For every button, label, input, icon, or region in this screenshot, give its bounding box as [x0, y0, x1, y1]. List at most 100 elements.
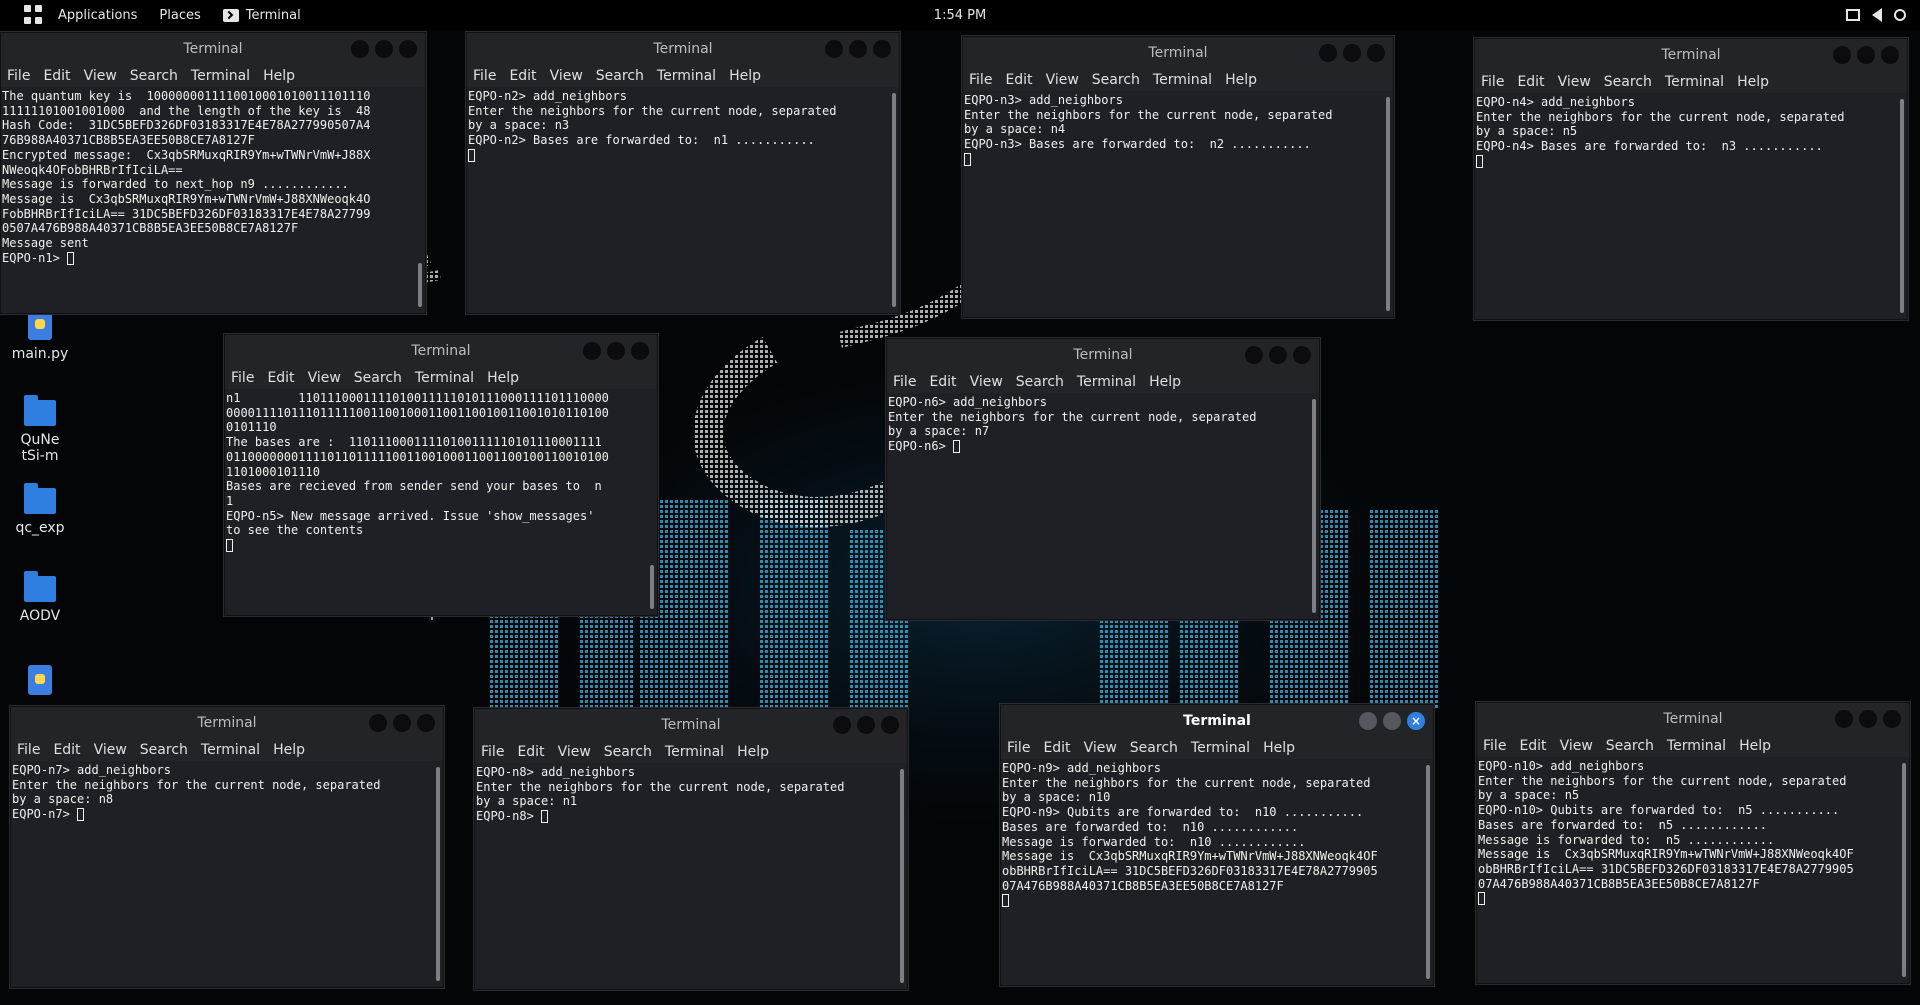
menu-help[interactable]: Help [487, 370, 519, 386]
menu-terminal[interactable]: Terminal [201, 742, 260, 758]
menu-file[interactable]: File [1481, 74, 1504, 90]
terminal-titlebar[interactable]: Terminal [1475, 39, 1907, 71]
terminal-titlebar[interactable]: Terminal [887, 339, 1319, 371]
maximize-button[interactable] [607, 342, 625, 360]
terminal-titlebar[interactable]: Terminal [475, 709, 907, 741]
menu-view[interactable]: View [550, 68, 583, 84]
menu-help[interactable]: Help [1225, 72, 1257, 88]
clock[interactable]: 1:54 PM [934, 8, 986, 23]
menu-file[interactable]: File [1483, 738, 1506, 754]
menu-view[interactable]: View [1046, 72, 1079, 88]
terminal-titlebar[interactable]: Terminal [1477, 703, 1909, 735]
minimize-button[interactable] [1833, 46, 1851, 64]
menu-view[interactable]: View [970, 374, 1003, 390]
menu-edit[interactable]: Edit [43, 68, 70, 84]
close-button[interactable] [399, 40, 417, 58]
menu-search[interactable]: Search [1604, 74, 1652, 90]
menu-file[interactable]: File [473, 68, 496, 84]
menu-terminal[interactable]: Terminal [1153, 72, 1212, 88]
maximize-button[interactable] [1383, 712, 1401, 730]
desktop-icon-qc-exp[interactable]: qc_exp [0, 483, 80, 536]
menu-terminal[interactable]: Terminal [1667, 738, 1726, 754]
terminal-window-n6[interactable]: Terminal File Edit View Search Terminal Help EQ… [886, 338, 1320, 620]
maximize-button[interactable] [1269, 346, 1287, 364]
app-grid-icon[interactable] [24, 5, 44, 25]
close-button[interactable] [1293, 346, 1311, 364]
desktop-icon-aodv[interactable]: AODV [0, 571, 80, 624]
terminal-titlebar[interactable]: Terminal [963, 37, 1393, 69]
menu-view[interactable]: View [94, 742, 127, 758]
close-button[interactable] [631, 342, 649, 360]
active-app-menu[interactable]: Terminal [222, 8, 301, 23]
screen-icon[interactable] [1846, 9, 1860, 21]
terminal-output[interactable]: The quantum key is 100000001111001000101… [1, 87, 425, 313]
menu-edit[interactable]: Edit [53, 742, 80, 758]
minimize-button[interactable] [369, 714, 387, 732]
menu-terminal[interactable]: Terminal [191, 68, 250, 84]
menu-file[interactable]: File [1007, 740, 1030, 756]
scrollbar[interactable] [892, 93, 896, 307]
terminal-titlebar[interactable]: Terminal [225, 335, 657, 367]
menu-help[interactable]: Help [1263, 740, 1295, 756]
menu-view[interactable]: View [1558, 74, 1591, 90]
maximize-button[interactable] [393, 714, 411, 732]
menu-view[interactable]: View [308, 370, 341, 386]
minimize-button[interactable] [1835, 710, 1853, 728]
terminal-window-n1[interactable]: Terminal File Edit View Search Terminal Help Th… [0, 32, 426, 314]
terminal-window-n4[interactable]: Terminal File Edit View Search Terminal Help EQ… [1474, 38, 1908, 320]
terminal-window-n2[interactable]: Terminal File Edit View Search Terminal Help EQ… [466, 32, 900, 314]
menu-search[interactable]: Search [354, 370, 402, 386]
terminal-titlebar[interactable]: Terminal [1, 33, 425, 65]
minimize-button[interactable] [1319, 44, 1337, 62]
menu-terminal[interactable]: Terminal [1077, 374, 1136, 390]
terminal-window-n5[interactable]: Terminal File Edit View Search Terminal Help n1… [224, 334, 658, 616]
terminal-window-n7[interactable]: Terminal File Edit View Search Terminal Help EQ… [10, 706, 444, 988]
close-button[interactable]: × [1407, 712, 1425, 730]
terminal-output[interactable]: EQPO-n9> add_neighbors Enter the neighbor… [1001, 759, 1433, 985]
menu-file[interactable]: File [17, 742, 40, 758]
maximize-button[interactable] [1859, 710, 1877, 728]
menu-search[interactable]: Search [1606, 738, 1654, 754]
menu-search[interactable]: Search [140, 742, 188, 758]
terminal-titlebar[interactable]: Terminal [11, 707, 443, 739]
menu-view[interactable]: View [84, 68, 117, 84]
menu-terminal[interactable]: Terminal [1665, 74, 1724, 90]
maximize-button[interactable] [1857, 46, 1875, 64]
close-button[interactable] [1883, 710, 1901, 728]
minimize-button[interactable] [1359, 712, 1377, 730]
minimize-button[interactable] [1245, 346, 1263, 364]
minimize-button[interactable] [583, 342, 601, 360]
scrollbar[interactable] [418, 263, 422, 307]
menu-terminal[interactable]: Terminal [657, 68, 716, 84]
menu-file[interactable]: File [893, 374, 916, 390]
menu-search[interactable]: Search [596, 68, 644, 84]
maximize-button[interactable] [857, 716, 875, 734]
terminal-titlebar[interactable]: Terminal [467, 33, 899, 65]
minimize-button[interactable] [351, 40, 369, 58]
scrollbar[interactable] [1900, 99, 1904, 313]
close-button[interactable] [1367, 44, 1385, 62]
power-icon[interactable] [1894, 9, 1906, 21]
scrollbar[interactable] [1386, 97, 1390, 311]
menu-search[interactable]: Search [1130, 740, 1178, 756]
menu-help[interactable]: Help [1149, 374, 1181, 390]
terminal-window-n8[interactable]: Terminal File Edit View Search Terminal Help EQ… [474, 708, 908, 990]
maximize-button[interactable] [1343, 44, 1361, 62]
terminal-window-n3[interactable]: Terminal File Edit View Search Terminal Help EQ… [962, 36, 1394, 318]
menu-file[interactable]: File [7, 68, 30, 84]
menu-view[interactable]: View [558, 744, 591, 760]
terminal-output[interactable]: EQPO-n7> add_neighbors Enter the neighbor… [11, 761, 443, 987]
menu-file[interactable]: File [969, 72, 992, 88]
maximize-button[interactable] [375, 40, 393, 58]
menu-edit[interactable]: Edit [1519, 738, 1546, 754]
places-menu[interactable]: Places [159, 8, 200, 23]
menu-edit[interactable]: Edit [509, 68, 536, 84]
scrollbar[interactable] [1312, 399, 1316, 613]
terminal-output[interactable]: EQPO-n6> add_neighbors Enter the neighbor… [887, 393, 1319, 619]
menu-help[interactable]: Help [263, 68, 295, 84]
scrollbar[interactable] [1426, 765, 1430, 979]
menu-edit[interactable]: Edit [929, 374, 956, 390]
terminal-output[interactable]: EQPO-n4> add_neighbors Enter the neighbor… [1475, 93, 1907, 319]
close-button[interactable] [873, 40, 891, 58]
menu-edit[interactable]: Edit [1517, 74, 1544, 90]
